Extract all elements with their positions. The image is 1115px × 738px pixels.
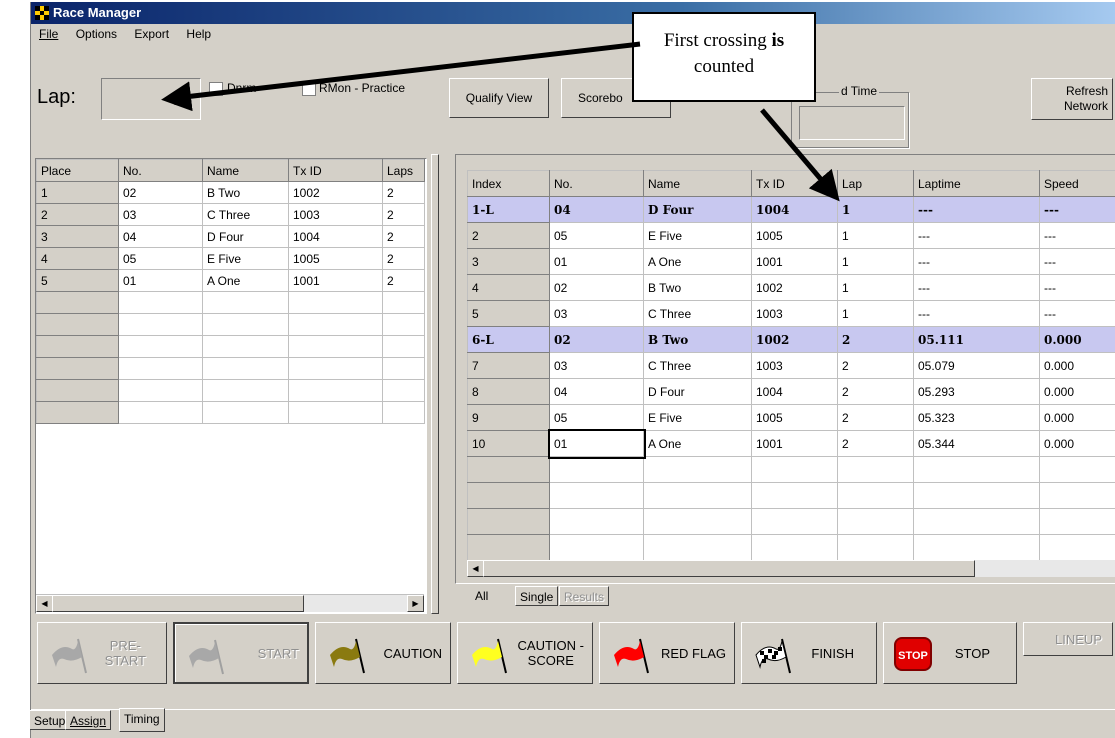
arrow-to-lap-counter	[161, 41, 641, 112]
arrow-to-first-crossing	[760, 108, 840, 202]
annotation-arrows	[161, 41, 840, 202]
